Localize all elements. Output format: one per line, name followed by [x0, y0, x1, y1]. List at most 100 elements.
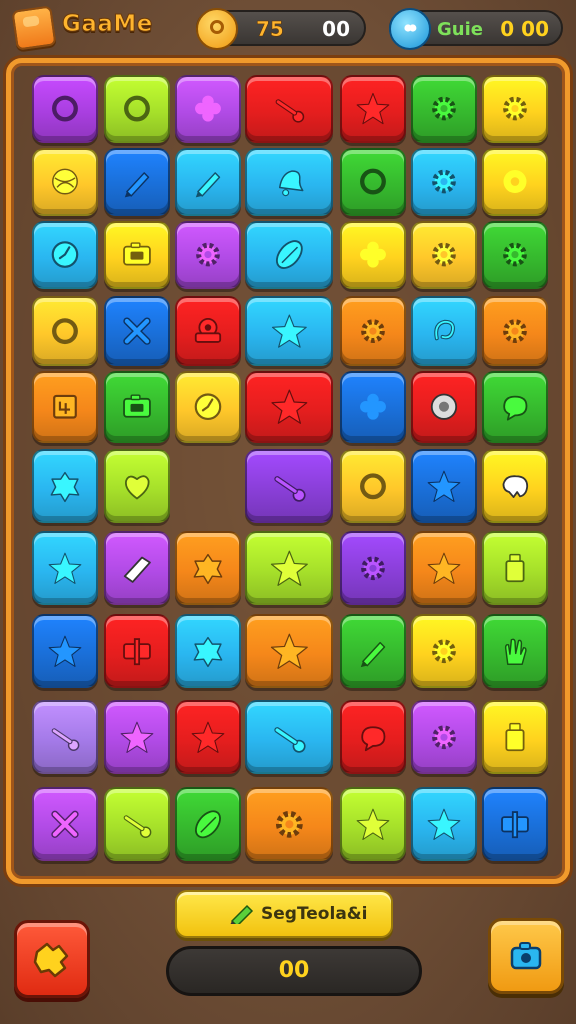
game-tile[interactable]: [104, 531, 170, 605]
star-icon: [427, 552, 461, 584]
game-tile[interactable]: [104, 296, 170, 366]
sign-icon: [123, 637, 151, 665]
game-tile[interactable]: [175, 614, 241, 688]
game-tile[interactable]: [32, 787, 98, 861]
game-tile[interactable]: [104, 371, 170, 443]
game-tile[interactable]: [340, 371, 406, 443]
game-tile[interactable]: [340, 296, 406, 366]
donut-icon: [503, 170, 527, 194]
game-tile[interactable]: [411, 614, 477, 688]
game-tile[interactable]: [411, 296, 477, 366]
star-icon: [427, 470, 461, 502]
game-tile[interactable]: [245, 296, 333, 366]
game-tile[interactable]: [32, 614, 98, 688]
game-tile[interactable]: [175, 296, 241, 366]
game-tile[interactable]: [245, 75, 333, 143]
gear-icon: [432, 725, 456, 749]
game-tile[interactable]: [175, 148, 241, 216]
game-tile[interactable]: [340, 449, 406, 523]
game-tile[interactable]: [245, 221, 333, 289]
game-tile[interactable]: [340, 614, 406, 688]
game-tile[interactable]: [32, 700, 98, 774]
pencil-icon: [230, 904, 254, 924]
game-tile[interactable]: [104, 148, 170, 216]
bubble-icon: [503, 396, 528, 421]
game-tile[interactable]: [482, 787, 548, 861]
game-tile[interactable]: [482, 449, 548, 523]
key-icon: [273, 726, 306, 753]
game-tile[interactable]: [482, 531, 548, 605]
cup-icon: [505, 553, 525, 582]
ring-icon: [360, 169, 386, 195]
game-tile[interactable]: [411, 787, 477, 861]
game-tile[interactable]: [32, 371, 98, 443]
game-tile[interactable]: [245, 787, 333, 861]
game-tile[interactable]: [245, 700, 333, 774]
game-tile[interactable]: [245, 371, 333, 443]
game-tile[interactable]: [245, 531, 333, 605]
hook-icon: [434, 319, 455, 341]
game-tile[interactable]: [245, 614, 333, 688]
tooth-icon: [502, 475, 529, 498]
leaf-icon: [195, 810, 221, 838]
game-tile[interactable]: [175, 75, 241, 143]
game-tile[interactable]: [411, 75, 477, 143]
game-tile[interactable]: [340, 221, 406, 289]
game-tile[interactable]: [104, 449, 170, 523]
flower-icon: [360, 242, 386, 268]
game-tile[interactable]: [340, 531, 406, 605]
game-tile[interactable]: [245, 148, 333, 216]
gear-icon: [196, 243, 220, 267]
game-tile[interactable]: [482, 148, 548, 216]
game-tile[interactable]: [340, 787, 406, 861]
game-tile[interactable]: [32, 531, 98, 605]
game-tile[interactable]: [32, 221, 98, 289]
hand-icon: [504, 638, 527, 665]
game-tile[interactable]: [104, 700, 170, 774]
game-tile[interactable]: [482, 371, 548, 443]
game-tile[interactable]: [340, 148, 406, 216]
game-tile[interactable]: [175, 531, 241, 605]
star-icon: [271, 314, 307, 348]
camera-icon: [123, 394, 151, 418]
game-tile[interactable]: [104, 787, 170, 861]
sign-icon: [501, 810, 529, 838]
game-tile[interactable]: [104, 221, 170, 289]
game-tile[interactable]: [482, 221, 548, 289]
bottom-label-panel[interactable]: SegTeola&i: [175, 890, 393, 938]
game-tile[interactable]: [104, 614, 170, 688]
game-tile[interactable]: [411, 221, 477, 289]
game-tile[interactable]: [482, 296, 548, 366]
ring-icon: [360, 473, 386, 499]
flower-icon: [195, 96, 221, 122]
clock-icon: [51, 241, 79, 269]
camera-button[interactable]: [488, 918, 564, 994]
game-tile[interactable]: [411, 531, 477, 605]
game-tile[interactable]: [32, 296, 98, 366]
game-tile[interactable]: [482, 614, 548, 688]
star-icon: [120, 721, 154, 753]
game-tile[interactable]: [411, 449, 477, 523]
game-tile[interactable]: [411, 371, 477, 443]
star-icon: [48, 635, 82, 667]
score-bar: 00: [166, 946, 422, 996]
game-tile[interactable]: [32, 75, 98, 143]
game-tile[interactable]: [175, 787, 241, 861]
game-tile[interactable]: [482, 75, 548, 143]
game-tile[interactable]: [175, 371, 241, 443]
game-tile[interactable]: [245, 449, 333, 523]
game-tile[interactable]: [340, 75, 406, 143]
game-tile[interactable]: [175, 221, 241, 289]
game-tile[interactable]: [411, 148, 477, 216]
puzzle-button[interactable]: [14, 920, 90, 998]
game-tile[interactable]: [32, 449, 98, 523]
square-icon: [53, 395, 77, 419]
game-tile[interactable]: [104, 75, 170, 143]
game-tile[interactable]: [340, 700, 406, 774]
game-tile[interactable]: [175, 700, 241, 774]
disc-icon: [430, 393, 458, 421]
star-icon: [48, 552, 82, 584]
game-tile[interactable]: [482, 700, 548, 774]
game-tile[interactable]: [411, 700, 477, 774]
game-tile[interactable]: [32, 148, 98, 216]
